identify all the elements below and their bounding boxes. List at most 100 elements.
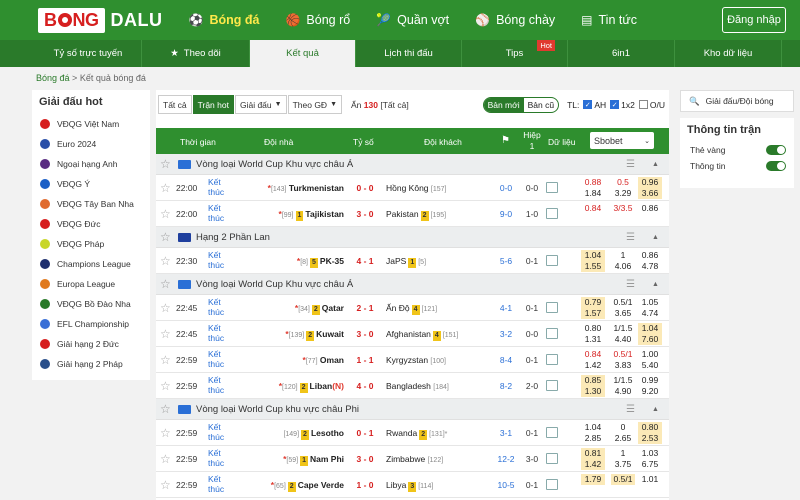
home-team[interactable]: *[65] 2 Cape Verde [271,480,344,492]
match-status[interactable]: Kết thúc [208,474,232,494]
match-score[interactable]: 3 - 0 [348,329,382,339]
star-icon[interactable]: ☆ [160,478,171,492]
home-team[interactable]: *[99] 1 Tajikistan [279,209,344,221]
match-score[interactable]: 3 - 0 [348,454,382,464]
league-name[interactable]: Hạng 2 Phần Lan [196,232,270,243]
home-team[interactable]: *[77] Oman [303,355,344,365]
odds-cell[interactable]: 0.5/1 [611,474,635,485]
sidebar-league-item[interactable]: VĐQG Pháp [32,234,150,254]
odds-cell[interactable]: 1.04 2.85 [581,422,605,444]
star-icon[interactable]: ☆ [160,426,171,440]
main-nav-item[interactable]: 🎾 Quần vợt [376,13,449,27]
table-row[interactable]: ☆ 22:59 Kết thúc *[65] 2 Cape Verde 1 - 0 Libya… [156,472,669,498]
shirt-icon[interactable] [546,479,558,490]
home-team[interactable]: *[34] 2 Qatar [295,303,344,315]
shirt-icon[interactable] [546,427,558,438]
subnav-tab[interactable]: 6in1 [568,40,675,67]
star-icon[interactable]: ☆ [160,353,171,367]
shirt-icon[interactable] [546,380,558,391]
collapse-icon[interactable]: ▲ [652,234,659,241]
odds-cell[interactable]: 0.80 1.31 [581,323,605,345]
odds-cell[interactable]: 1.79 [581,474,605,485]
gmt-dropdown[interactable]: Theo GĐ ▼ [287,95,343,114]
odds-cell[interactable]: 0.86 4.78 [638,250,662,272]
menu-icon[interactable]: ☰ [626,232,635,243]
odds-cell[interactable]: 1/1.5 4.90 [611,375,635,397]
old-version-option[interactable]: Bản cũ [524,98,558,112]
star-icon[interactable]: ☆ [160,277,171,291]
star-icon[interactable]: ☆ [160,230,171,244]
sidebar-league-item[interactable]: VĐQG Tây Ban Nha [32,194,150,214]
yellow-card-toggle[interactable] [766,145,786,155]
odds-cell[interactable]: 0.88 1.84 [581,177,605,199]
sidebar-league-item[interactable]: VĐQG Việt Nam [32,114,150,134]
odds-cell[interactable]: 1.01 [638,474,662,485]
subnav-tab[interactable]: Kết quả [250,40,356,67]
shirt-icon[interactable] [546,328,558,339]
sidebar-league-item[interactable]: Ngoại hạng Anh [32,154,150,174]
odds-cell[interactable]: 0.99 9.20 [638,375,662,397]
shirt-icon[interactable] [546,453,558,464]
star-icon[interactable]: ☆ [160,452,171,466]
collapse-icon[interactable]: ▲ [652,161,659,168]
match-status[interactable]: Kết thúc [208,323,232,343]
home-team[interactable]: *[120] 2 Liban(N) [279,381,344,393]
star-icon[interactable]: ☆ [160,301,171,315]
odds-cell[interactable]: 0.85 1.30 [581,375,605,397]
match-status[interactable]: Kết thúc [208,349,232,369]
odds-cell[interactable]: 0.5/1 3.65 [611,297,635,319]
shirt-icon[interactable] [546,208,558,219]
filter-hot-button[interactable]: Trận hot [192,95,234,114]
match-status[interactable]: Kết thúc [208,177,232,197]
subnav-tab[interactable]: Lịch thi đấu [356,40,462,67]
odds-cell[interactable]: 1/1.5 4.40 [611,323,635,345]
odds-cell[interactable]: 0.5 3.29 [611,177,635,199]
odds-cell[interactable]: 3/3.5 [611,203,635,214]
table-row[interactable]: ☆ 22:59 Kết thúc *[77] Oman 1 - 1 Kyrgyzstan … [156,347,669,373]
ou-checkbox[interactable] [638,100,648,109]
match-score[interactable]: 4 - 1 [348,256,382,266]
version-toggle[interactable]: Bản mới Bản cũ [482,96,560,113]
sidebar-league-item[interactable]: Giải hạng 2 Đức [32,334,150,354]
home-team[interactable]: *[143] Turkmenistan [268,183,344,193]
sidebar-league-item[interactable]: Champions League [32,254,150,274]
menu-icon[interactable]: ☰ [626,159,635,170]
league-name[interactable]: Vòng loại World Cup khu vực châu Phi [196,404,359,415]
star-icon[interactable]: ☆ [160,254,171,268]
odds-cell[interactable]: 0.84 1.42 [581,349,605,371]
match-status[interactable]: Kết thúc [208,203,232,223]
table-row[interactable]: ☆ 22:45 Kết thúc *[139] 2 Kuwait 3 - 0 Afghanis… [156,321,669,347]
match-status[interactable]: Kết thúc [208,297,232,317]
new-version-option[interactable]: Bản mới [483,97,524,112]
league-name[interactable]: Vòng loại World Cup Khu vực châu Á [196,159,353,170]
table-row[interactable]: ☆ 22:30 Kết thúc *[8] 5 PK-35 4 - 1 JaPS 1 [5] 5-6… [156,248,669,274]
subnav-tab[interactable]: Tỷ số trực tuyến [35,40,142,67]
odds-cell[interactable]: 0 2.65 [611,422,635,444]
sidebar-league-item[interactable]: Europa League [32,274,150,294]
odds-cell[interactable]: 1.00 5.40 [638,349,662,371]
info-toggle[interactable] [766,161,786,171]
star-icon[interactable]: ☆ [160,157,171,171]
shirt-icon[interactable] [546,354,558,365]
match-score[interactable]: 1 - 1 [348,355,382,365]
menu-icon[interactable]: ☰ [626,404,635,415]
odds-cell[interactable]: 0.96 3.66 [638,177,662,199]
away-team[interactable]: Kyrgyzstan [100] [386,355,446,365]
home-team[interactable]: *[139] 2 Kuwait [285,329,344,341]
home-team[interactable]: *[8] 5 PK-35 [297,256,344,268]
match-score[interactable]: 1 - 0 [348,480,382,490]
odds-cell[interactable]: 1.04 7.60 [638,323,662,345]
sidebar-league-item[interactable]: VĐQG Bồ Đào Nha [32,294,150,314]
match-status[interactable]: Kết thúc [208,448,232,468]
match-status[interactable]: Kết thúc [208,250,232,270]
collapse-icon[interactable]: ▲ [652,406,659,413]
odds-cell[interactable]: 0.80 2.53 [638,422,662,444]
main-nav-item[interactable]: ⚽ Bóng đá [189,13,260,27]
away-team[interactable]: Pakistan 2 [195] [386,209,446,221]
sidebar-league-item[interactable]: VĐQG Ý [32,174,150,194]
odds-cell[interactable]: 0.79 1.57 [581,297,605,319]
table-row[interactable]: ☆ 22:00 Kết thúc *[99] 1 Tajikistan 3 - 0 Pakis… [156,201,669,227]
odds-cell[interactable]: 0.81 1.42 [581,448,605,470]
main-nav-item[interactable]: ⚾ Bóng chày [475,13,555,27]
shirt-icon[interactable] [546,255,558,266]
